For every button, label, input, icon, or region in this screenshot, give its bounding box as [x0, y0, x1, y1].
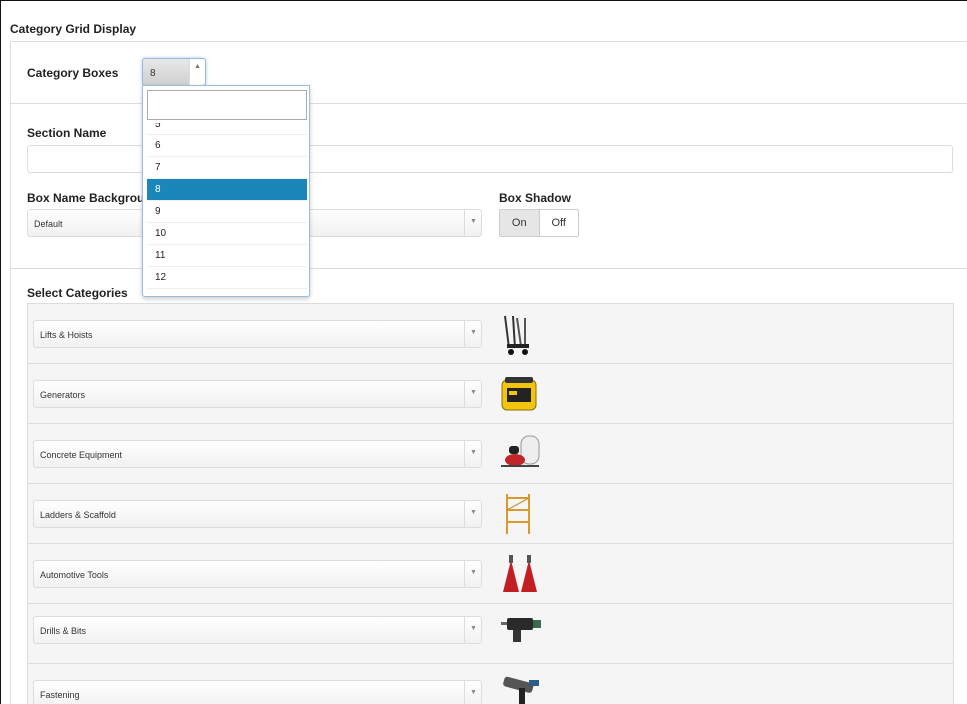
category-select[interactable]: Generators ▼ [33, 380, 482, 408]
category-select[interactable]: Automotive Tools ▼ [33, 560, 482, 588]
category-row: Lifts & Hoists ▼ [28, 304, 953, 364]
category-list: Lifts & Hoists ▼ Generators ▼ Concrete E… [27, 303, 954, 704]
chevron-down-icon: ▼ [464, 441, 481, 467]
category-select[interactable]: Lifts & Hoists ▼ [33, 320, 482, 348]
chevron-down-icon: ▼ [464, 561, 481, 587]
category-boxes-value: 8 [150, 68, 156, 79]
select-categories-label: Select Categories [27, 286, 128, 300]
category-select-value: Ladders & Scaffold [40, 510, 116, 520]
category-row: Automotive Tools ▼ [28, 544, 953, 604]
page-title: Category Grid Display [10, 22, 137, 36]
category-select[interactable]: Fastening ▼ [33, 680, 482, 704]
category-select-value: Automotive Tools [40, 570, 109, 580]
dropdown-option[interactable]: 9 [147, 201, 307, 223]
dropdown-options: 5 6 7 8 9 10 11 12 [147, 123, 307, 289]
category-row: Drills & Bits ▼ [28, 604, 953, 664]
concrete-mixer-icon [501, 435, 540, 467]
category-row: Ladders & Scaffold ▼ [28, 484, 953, 544]
box-shadow-off-button[interactable]: Off [540, 210, 579, 236]
category-boxes-select[interactable]: 8 ▲ [142, 58, 206, 86]
category-select-value: Generators [40, 390, 86, 400]
dropdown-option[interactable]: 12 [147, 267, 307, 289]
hand-truck-icon [504, 315, 529, 355]
dropdown-option-selected[interactable]: 8 [147, 179, 307, 201]
chevron-down-icon: ▼ [464, 381, 481, 407]
category-select[interactable]: Ladders & Scaffold ▼ [33, 500, 482, 528]
chevron-down-icon: ▼ [464, 321, 481, 347]
box-name-background-label: Box Name Background [27, 191, 160, 205]
dropdown-search-input[interactable] [147, 90, 307, 120]
category-row: Generators ▼ [28, 364, 953, 424]
box-shadow-label: Box Shadow [499, 191, 572, 205]
box-name-background-value: Default [34, 219, 63, 229]
category-select-value: Concrete Equipment [40, 450, 123, 460]
chevron-down-icon: ▼ [464, 617, 481, 643]
dropdown-option[interactable]: 7 [147, 157, 307, 179]
chevron-up-icon[interactable]: ▲ [189, 59, 205, 85]
category-boxes-dropdown: 5 6 7 8 9 10 11 12 [142, 85, 310, 297]
dropdown-option[interactable]: 10 [147, 223, 307, 245]
generator-icon [501, 377, 537, 411]
dropdown-option[interactable]: 6 [147, 135, 307, 157]
section-name-label: Section Name [27, 126, 107, 140]
drill-icon [501, 618, 541, 642]
category-boxes-label: Category Boxes [27, 66, 119, 80]
chevron-down-icon: ▼ [464, 210, 481, 236]
chevron-down-icon: ▼ [464, 681, 481, 704]
category-select-value: Fastening [40, 690, 80, 700]
category-select-value: Lifts & Hoists [40, 330, 93, 340]
box-shadow-toggle: On Off [499, 209, 579, 237]
category-row: Concrete Equipment ▼ [28, 424, 953, 484]
jack-stand-icon [503, 555, 537, 592]
scaffold-icon [506, 494, 530, 534]
dropdown-option[interactable]: 5 [147, 123, 307, 135]
category-select[interactable]: Concrete Equipment ▼ [33, 440, 482, 468]
category-select[interactable]: Drills & Bits ▼ [33, 616, 482, 644]
chevron-down-icon: ▼ [464, 501, 481, 527]
category-select-value: Drills & Bits [40, 626, 87, 636]
nail-gun-icon [503, 676, 539, 704]
dropdown-option[interactable]: 11 [147, 245, 307, 267]
category-row: Fastening ▼ [28, 664, 953, 704]
box-shadow-on-button[interactable]: On [500, 210, 540, 236]
